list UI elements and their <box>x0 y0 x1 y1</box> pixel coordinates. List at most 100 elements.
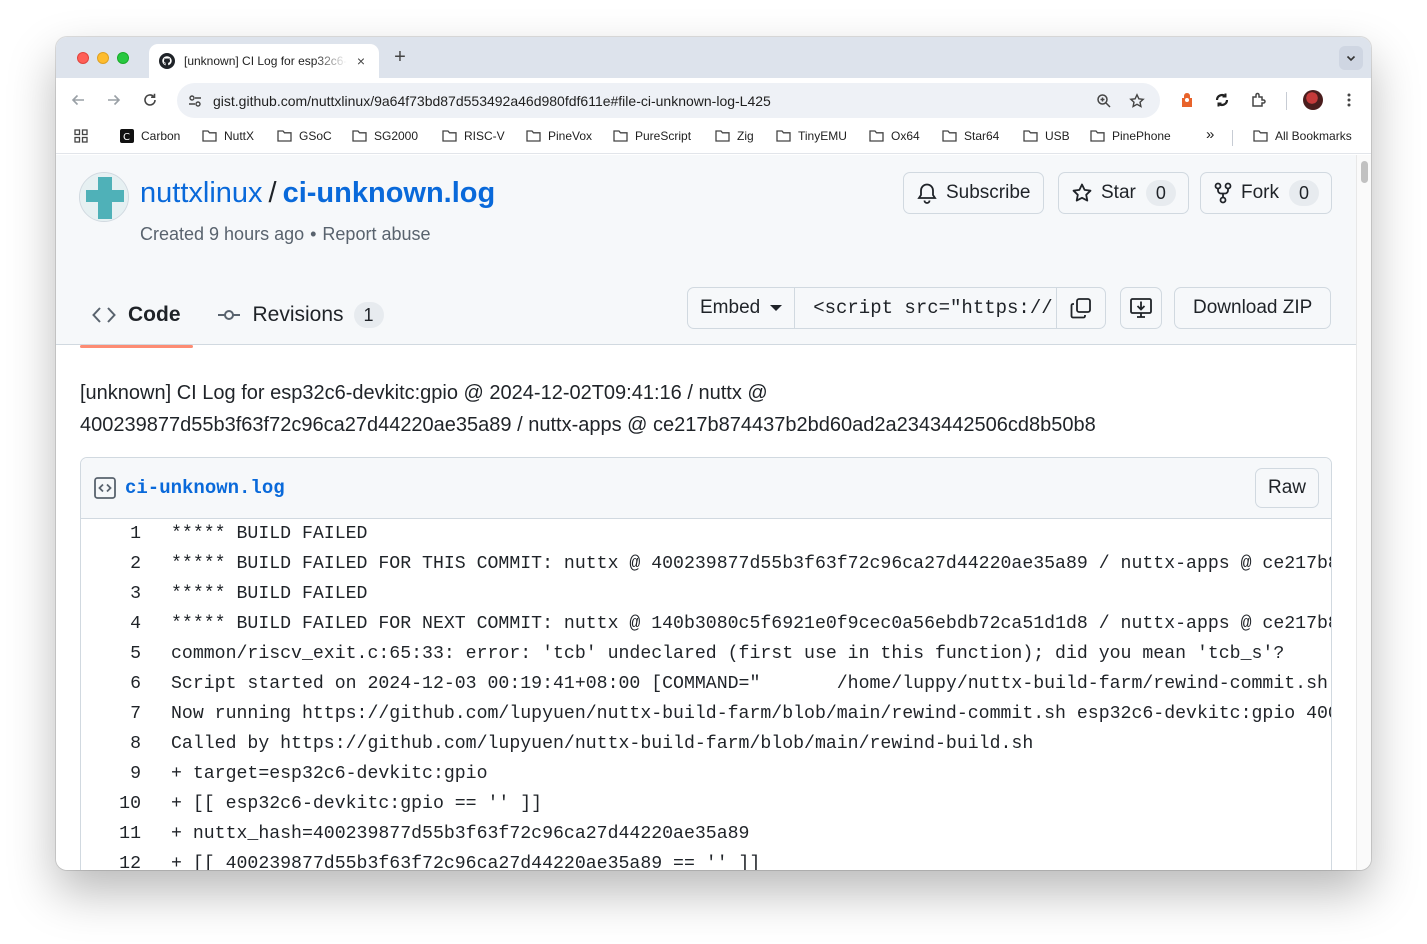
fork-icon <box>1214 182 1232 204</box>
line-number[interactable]: 9 <box>81 764 141 784</box>
browser-tab[interactable]: [unknown] CI Log for esp32c6-devkitc:gpi… <box>149 44 379 78</box>
embed-select[interactable]: Embed <box>688 288 796 328</box>
code-line: 6 Script started on 2024-12-03 00:19:41+0… <box>81 669 1331 699</box>
bookmark-folder[interactable]: TinyEMU <box>776 129 847 143</box>
forward-button[interactable] <box>102 88 126 112</box>
line-content: + nuttx_hash=400239877d55b3f63f72c96ca27… <box>171 824 750 844</box>
folder-icon <box>202 130 217 142</box>
line-content: + [[ 400239877d55b3f63f72c96ca27d44220ae… <box>171 854 761 870</box>
bookmark-folder[interactable]: PinePhone <box>1090 129 1171 143</box>
line-number[interactable]: 2 <box>81 554 141 574</box>
owner-avatar[interactable] <box>79 172 129 222</box>
bookmark-folder[interactable]: USB <box>1023 129 1070 143</box>
tab-strip: [unknown] CI Log for esp32c6-devkitc:gpi… <box>56 37 1371 78</box>
bookmarks-overflow-button[interactable]: » <box>1206 126 1214 143</box>
line-content: ***** BUILD FAILED <box>171 524 368 544</box>
line-content: ***** BUILD FAILED <box>171 584 368 604</box>
report-abuse-link[interactable]: Report abuse <box>322 224 430 244</box>
file-box: ci-unknown.log Raw 1 ***** BUILD FAILED 2 *… <box>80 457 1332 870</box>
bookmark-folder[interactable]: NuttX <box>202 129 254 143</box>
bookmark-folder[interactable]: SG2000 <box>352 129 418 143</box>
file-name-link[interactable]: ci-unknown.log <box>125 477 285 499</box>
open-desktop-button[interactable] <box>1120 287 1162 329</box>
all-bookmarks-button[interactable]: All Bookmarks <box>1253 129 1352 143</box>
new-tab-button[interactable]: + <box>389 46 411 69</box>
site-info-icon[interactable] <box>185 93 205 109</box>
folder-icon <box>352 130 367 142</box>
bookmark-folder[interactable]: Zig <box>715 129 754 143</box>
line-content: Script started on 2024-12-03 00:19:41+08… <box>171 674 1328 694</box>
folder-icon <box>1090 130 1105 142</box>
browser-toolbar: gist.github.com/nuttxlinux/9a64f73bd87d5… <box>56 78 1371 122</box>
line-number[interactable]: 7 <box>81 704 141 724</box>
zoom-icon[interactable] <box>1094 91 1114 111</box>
bookmark-item[interactable]: C Carbon <box>120 129 180 143</box>
line-content: ***** BUILD FAILED FOR NEXT COMMIT: nutt… <box>171 614 1332 634</box>
bookmark-folder[interactable]: PureScript <box>613 129 691 143</box>
close-window-button[interactable] <box>77 52 89 64</box>
bookmark-folder[interactable]: GSoC <box>277 129 332 143</box>
raw-button[interactable]: Raw <box>1254 468 1319 508</box>
copy-button[interactable] <box>1057 288 1105 328</box>
scroll-thumb[interactable] <box>1361 161 1368 183</box>
title-separator: / <box>268 177 277 209</box>
tab-code[interactable]: Code <box>80 285 193 348</box>
extension-icon[interactable] <box>1177 90 1197 110</box>
gist-title: nuttxlinux / ci-unknown.log <box>140 177 495 210</box>
address-bar[interactable]: gist.github.com/nuttxlinux/9a64f73bd87d5… <box>177 83 1160 118</box>
toolbar-divider <box>1286 92 1287 110</box>
embed-code-input[interactable]: <script src="https:// <box>795 288 1058 328</box>
line-number[interactable]: 8 <box>81 734 141 754</box>
line-content: ***** BUILD FAILED FOR THIS COMMIT: nutt… <box>171 554 1332 574</box>
line-number[interactable]: 4 <box>81 614 141 634</box>
line-number[interactable]: 6 <box>81 674 141 694</box>
folder-icon <box>1253 130 1268 142</box>
gist-description: [unknown] CI Log for esp32c6-devkitc:gpi… <box>80 377 1280 441</box>
gist-tabs: Code Revisions 1 <box>80 285 396 348</box>
folder-icon <box>277 130 292 142</box>
page-scrollbar[interactable] <box>1356 155 1371 870</box>
folder-icon <box>942 130 957 142</box>
chevron-down-icon <box>1346 55 1356 62</box>
code-line: 11 + nuttx_hash=400239877d55b3f63f72c96ca… <box>81 819 1331 849</box>
reload-button[interactable] <box>138 88 162 112</box>
file-header: ci-unknown.log Raw <box>81 458 1331 519</box>
back-button[interactable] <box>66 88 90 112</box>
apps-grid-icon[interactable] <box>74 129 88 143</box>
bell-icon <box>917 183 937 204</box>
fork-count: 0 <box>1289 180 1319 206</box>
line-content: Called by https://github.com/lupyuen/nut… <box>171 734 1034 754</box>
close-tab-icon[interactable]: × <box>353 53 369 69</box>
description-line: 400239877d55b3f63f72c96ca27d44220ae35a89… <box>80 414 1096 436</box>
tab-revisions[interactable]: Revisions 1 <box>205 285 396 345</box>
line-number[interactable]: 3 <box>81 584 141 604</box>
browser-window: [unknown] CI Log for esp32c6-devkitc:gpi… <box>56 37 1371 870</box>
fork-button[interactable]: Fork 0 <box>1200 172 1332 214</box>
bookmark-folder[interactable]: RISC-V <box>442 129 505 143</box>
gist-filename-link[interactable]: ci-unknown.log <box>283 177 496 210</box>
bookmark-folder[interactable]: Star64 <box>942 129 999 143</box>
puzzle-extensions-icon[interactable] <box>1249 90 1269 110</box>
star-button[interactable]: Star 0 <box>1058 172 1189 214</box>
folder-icon <box>776 130 791 142</box>
subscribe-button[interactable]: Subscribe <box>903 172 1044 214</box>
line-number[interactable]: 5 <box>81 644 141 664</box>
tab-search-button[interactable] <box>1339 46 1363 70</box>
sync-extension-icon[interactable] <box>1212 90 1232 110</box>
bookmark-star-icon[interactable] <box>1127 91 1147 111</box>
code-line: 7 Now running https://github.com/lupyuen/… <box>81 699 1331 729</box>
bookmark-folder[interactable]: PineVox <box>526 129 592 143</box>
owner-link[interactable]: nuttxlinux <box>140 177 263 210</box>
more-menu-icon[interactable] <box>1339 90 1359 110</box>
line-number[interactable]: 12 <box>81 854 141 870</box>
line-number[interactable]: 1 <box>81 524 141 544</box>
code-line: 2 ***** BUILD FAILED FOR THIS COMMIT: nut… <box>81 549 1331 579</box>
minimize-window-button[interactable] <box>97 52 109 64</box>
line-number[interactable]: 10 <box>81 794 141 814</box>
profile-avatar[interactable] <box>1303 90 1323 110</box>
bookmark-folder[interactable]: Ox64 <box>869 129 920 143</box>
download-zip-button[interactable]: Download ZIP <box>1174 287 1332 329</box>
maximize-window-button[interactable] <box>117 52 129 64</box>
line-number[interactable]: 11 <box>81 824 141 844</box>
bookmarks-divider <box>1232 130 1233 146</box>
